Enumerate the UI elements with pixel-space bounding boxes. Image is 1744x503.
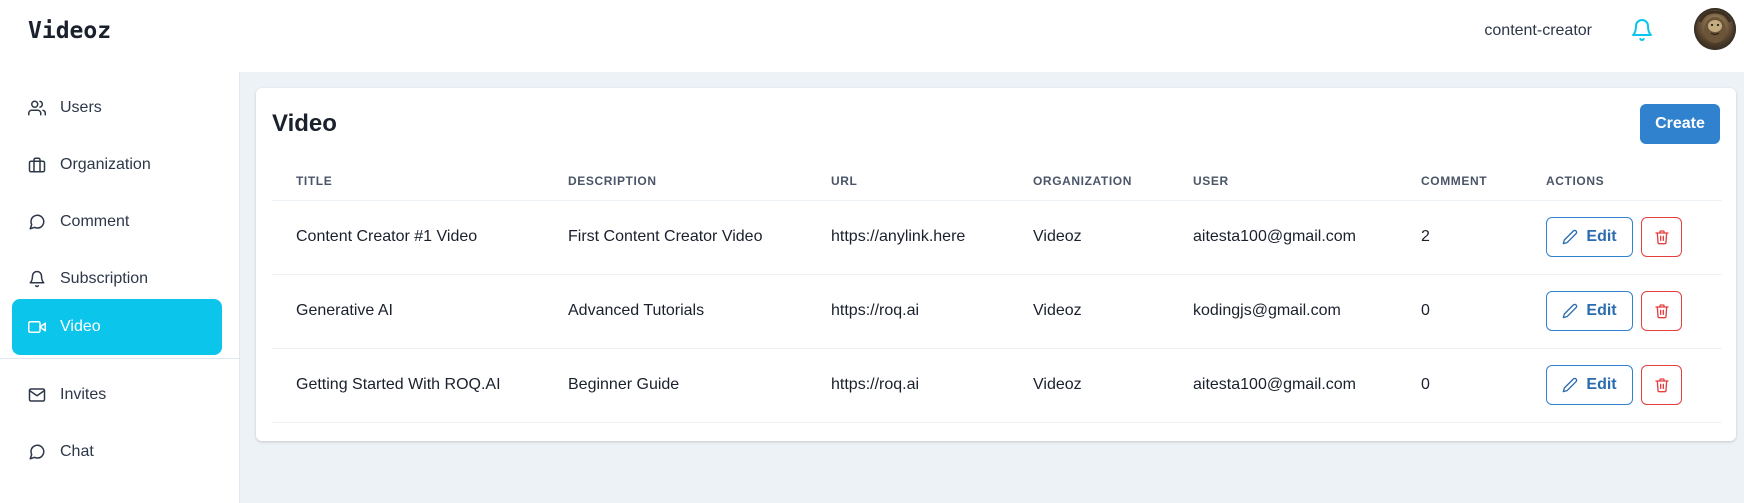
cell-url: https://anylink.here [807, 200, 1009, 275]
edit-button[interactable]: Edit [1546, 217, 1633, 257]
pencil-icon [1563, 229, 1578, 245]
cell-organization: Videoz [1009, 274, 1169, 349]
cell-user: kodingjs@gmail.com [1169, 274, 1397, 349]
cell-title: Getting Started With ROQ.AI [272, 348, 544, 423]
create-button[interactable]: Create [1640, 104, 1720, 144]
cell-comment: 0 [1397, 274, 1522, 349]
table-header-row: Title Description URL Organization User … [272, 162, 1722, 201]
cell-description: Beginner Guide [544, 348, 807, 423]
cell-url: https://roq.ai [807, 348, 1009, 423]
video-card: Video Create Title Description URL Organ… [256, 88, 1736, 441]
delete-button[interactable] [1641, 217, 1682, 257]
edit-button-label: Edit [1586, 228, 1617, 245]
column-header-url[interactable]: URL [807, 162, 1009, 201]
cell-actions: Edit [1522, 348, 1722, 423]
edit-button[interactable]: Edit [1546, 365, 1633, 405]
cell-description: Advanced Tutorials [544, 274, 807, 349]
edit-button-label: Edit [1586, 376, 1617, 393]
row-actions: Edit [1546, 365, 1698, 405]
edit-button-label: Edit [1586, 302, 1617, 319]
trash-icon [1654, 230, 1669, 245]
cell-url: https://roq.ai [807, 274, 1009, 349]
cell-user: aitesta100@gmail.com [1169, 348, 1397, 423]
cell-actions: Edit [1522, 200, 1722, 275]
user-role-label: content-creator [1484, 22, 1592, 39]
column-header-comment[interactable]: Comment [1397, 162, 1522, 201]
sidebar: Users Organization Comment Subscription … [0, 72, 240, 503]
top-header: Videoz content-creator [0, 0, 1744, 72]
cell-organization: Videoz [1009, 200, 1169, 275]
avatar[interactable] [1694, 8, 1736, 50]
table-row[interactable]: Content Creator #1 Video First Content C… [272, 200, 1722, 275]
row-actions: Edit [1546, 217, 1698, 257]
sidebar-item-invites[interactable]: Invites [12, 367, 222, 423]
sidebar-item-label: Users [60, 99, 102, 116]
column-header-user[interactable]: User [1169, 162, 1397, 201]
column-header-organization[interactable]: Organization [1009, 162, 1169, 201]
pencil-icon [1563, 377, 1578, 393]
sidebar-item-label: Chat [60, 443, 94, 460]
delete-button[interactable] [1641, 365, 1682, 405]
chat-bubble-icon [28, 213, 46, 231]
sidebar-divider [0, 358, 240, 359]
main-content: Video Create Title Description URL Organ… [240, 72, 1744, 503]
cell-description: First Content Creator Video [544, 200, 807, 275]
cell-title: Generative AI [272, 274, 544, 349]
cell-organization: Videoz [1009, 348, 1169, 423]
pencil-icon [1563, 303, 1578, 319]
cell-title: Content Creator #1 Video [272, 200, 544, 275]
sidebar-item-users[interactable]: Users [12, 80, 222, 136]
table-row[interactable]: Generative AI Advanced Tutorials https:/… [272, 274, 1722, 349]
sidebar-item-comment[interactable]: Comment [12, 194, 222, 250]
chat-bubble-icon [28, 443, 46, 461]
sidebar-item-label: Video [60, 318, 101, 335]
sidebar-item-label: Comment [60, 213, 130, 230]
trash-icon [1654, 304, 1669, 319]
bell-icon[interactable] [1630, 18, 1654, 42]
sidebar-item-label: Subscription [60, 270, 149, 287]
table-row[interactable]: Getting Started With ROQ.AI Beginner Gui… [272, 348, 1722, 423]
sidebar-item-video[interactable]: Video [12, 299, 222, 355]
users-icon [28, 99, 46, 117]
sidebar-item-organization[interactable]: Organization [12, 137, 222, 193]
app-root: Videoz content-creator Users Organizatio… [0, 0, 1744, 503]
cell-user: aitesta100@gmail.com [1169, 200, 1397, 275]
briefcase-icon [28, 156, 46, 174]
video-table: Title Description URL Organization User … [272, 162, 1722, 423]
app-logo[interactable]: Videoz [28, 18, 111, 44]
delete-button[interactable] [1641, 291, 1682, 331]
video-icon [28, 318, 46, 336]
cell-comment: 0 [1397, 348, 1522, 423]
cell-actions: Edit [1522, 274, 1722, 349]
page-title: Video [272, 110, 337, 137]
mail-icon [28, 386, 46, 404]
column-header-actions: Actions [1522, 162, 1722, 201]
cell-comment: 2 [1397, 200, 1522, 275]
sidebar-item-label: Invites [60, 386, 107, 403]
trash-icon [1654, 378, 1669, 393]
bell-icon [28, 270, 46, 288]
column-header-description[interactable]: Description [544, 162, 807, 201]
sidebar-item-label: Organization [60, 156, 151, 173]
row-actions: Edit [1546, 291, 1698, 331]
edit-button[interactable]: Edit [1546, 291, 1633, 331]
column-header-title[interactable]: Title [272, 162, 544, 201]
sidebar-item-chat[interactable]: Chat [12, 424, 222, 480]
